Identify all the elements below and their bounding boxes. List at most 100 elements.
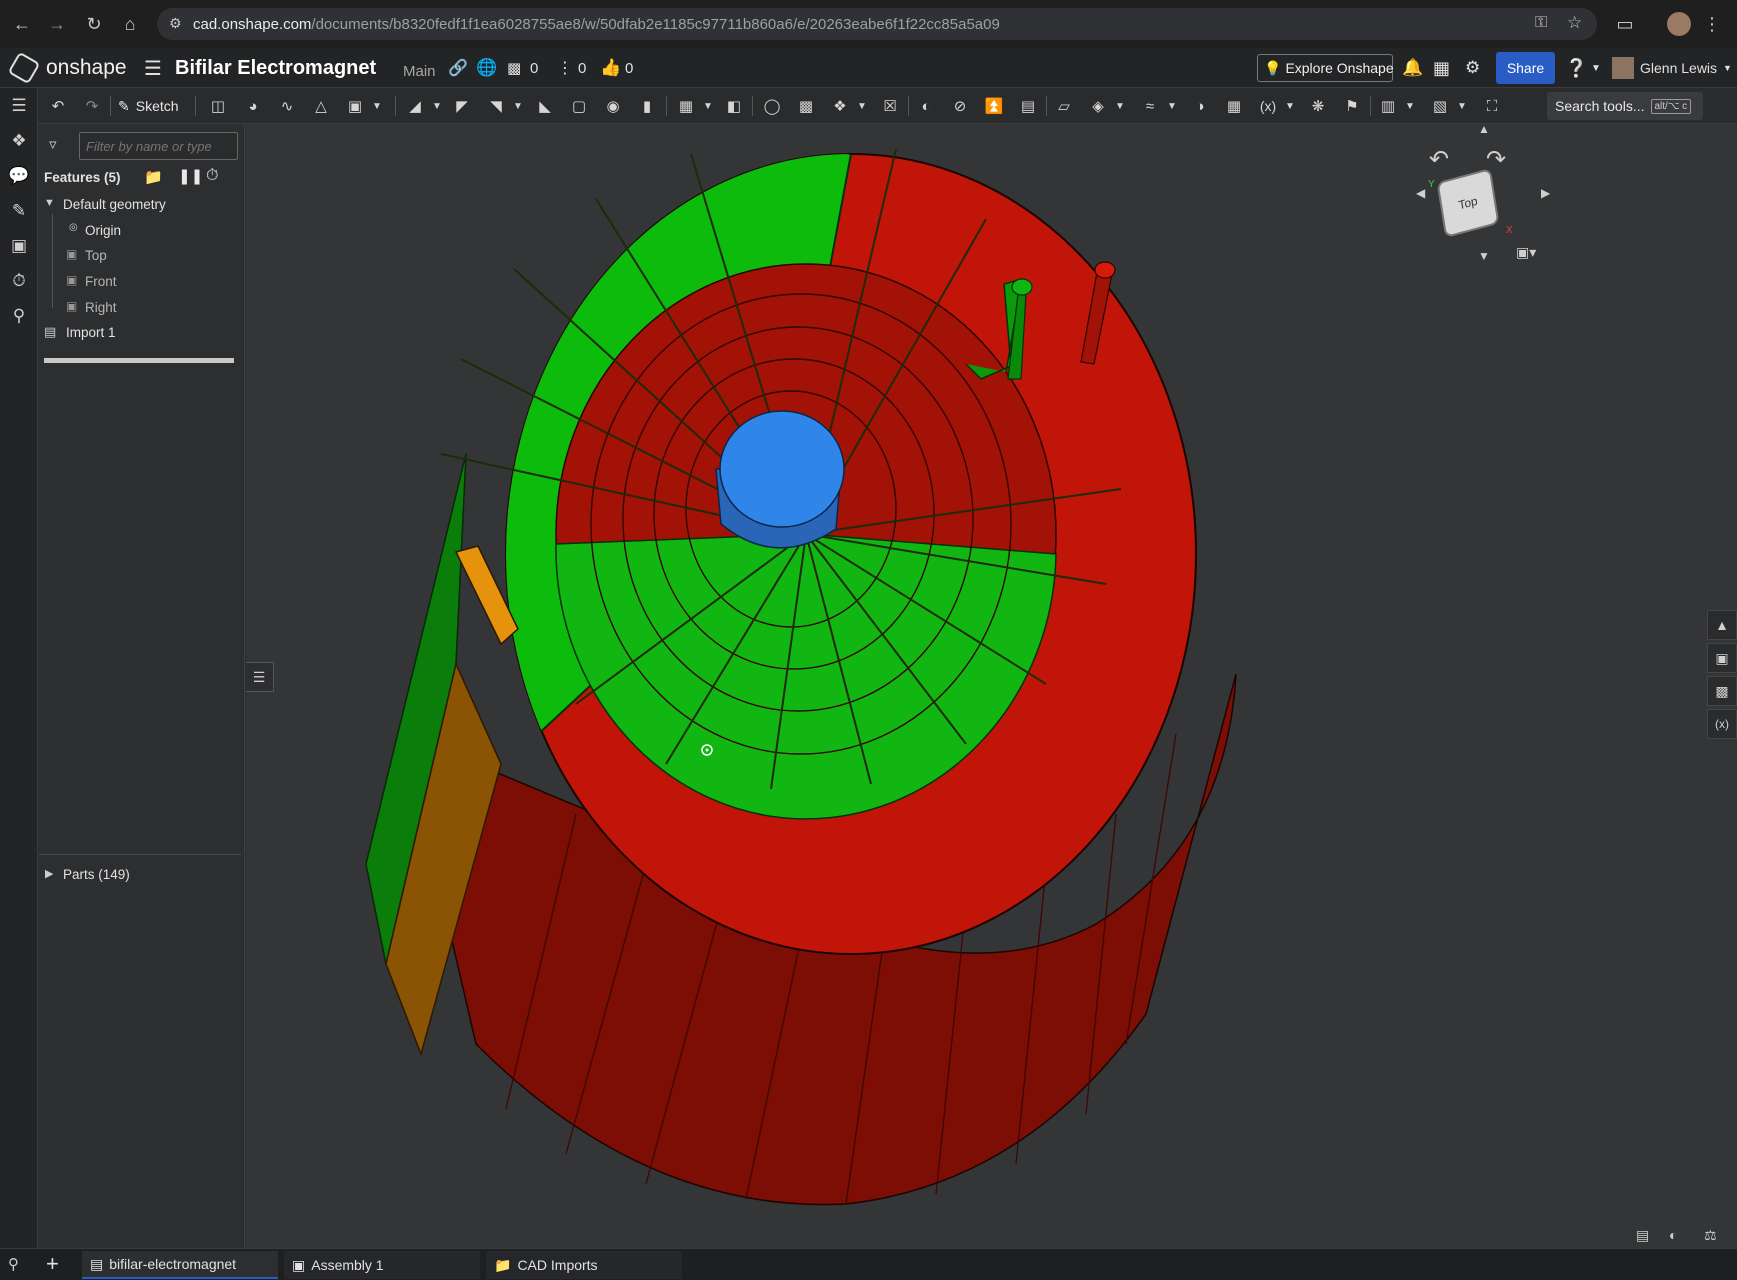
variables-panel-icon[interactable]: (x) bbox=[1707, 709, 1737, 739]
frames-icon[interactable]: ▧ bbox=[1428, 94, 1452, 118]
notes-icon[interactable]: ✎ bbox=[7, 199, 31, 223]
forward-icon[interactable]: → bbox=[45, 12, 69, 36]
view-left-arrow-icon[interactable]: ◀ bbox=[1416, 186, 1425, 200]
boolean-icon[interactable]: ◯ bbox=[760, 94, 784, 118]
hamburger-menu-icon[interactable]: ☰ bbox=[144, 48, 162, 88]
user-chevron-down-icon[interactable]: ▼ bbox=[1723, 48, 1732, 88]
fillet-icon[interactable]: ◢ bbox=[403, 94, 427, 118]
delete-part-icon[interactable]: ☒ bbox=[878, 94, 902, 118]
rotate-left-icon[interactable]: ↶ bbox=[1429, 145, 1449, 174]
pattern-chevron-down-icon[interactable]: ▼ bbox=[696, 94, 720, 118]
extrude-icon[interactable]: ◫ bbox=[206, 94, 230, 118]
expand-chevron-down-icon[interactable]: ▼ bbox=[44, 197, 55, 209]
like-icon[interactable]: 👍 bbox=[600, 48, 621, 88]
view-cube-top-face[interactable]: Top bbox=[1436, 167, 1500, 239]
sheet-metal-icon[interactable]: ▥ bbox=[1376, 94, 1400, 118]
thicken-icon[interactable]: ▣ bbox=[343, 94, 367, 118]
appearance-panel-icon[interactable]: ▲ bbox=[1707, 610, 1737, 640]
tab-cad-imports[interactable]: 📁 CAD Imports bbox=[486, 1251, 682, 1279]
view-mode-icon[interactable]: ▣▾ bbox=[1516, 244, 1536, 261]
branch-label[interactable]: Main bbox=[403, 51, 436, 91]
back-icon[interactable]: ← bbox=[10, 12, 34, 36]
loft-icon[interactable]: △ bbox=[309, 94, 333, 118]
tab-assembly-1[interactable]: ▣ Assembly 1 bbox=[284, 1251, 480, 1279]
parts-icon[interactable]: ▣ bbox=[7, 234, 31, 258]
mirror-icon[interactable]: ◧ bbox=[722, 94, 746, 118]
user-name[interactable]: Glenn Lewis bbox=[1640, 48, 1717, 88]
panel-toggle-icon[interactable]: ☰ bbox=[246, 662, 274, 692]
timer-icon[interactable]: ⏱ bbox=[206, 167, 218, 185]
redo-icon[interactable]: ↷ bbox=[80, 94, 104, 118]
mate-connector-chevron-down-icon[interactable]: ▼ bbox=[1108, 94, 1132, 118]
sweep-icon[interactable]: ∿ bbox=[275, 94, 299, 118]
default-geometry-label[interactable]: Default geometry bbox=[63, 197, 166, 212]
user-avatar[interactable] bbox=[1612, 57, 1634, 79]
logo-text[interactable]: onshape bbox=[46, 48, 127, 88]
search-icon[interactable]: ⚲ bbox=[7, 304, 31, 328]
home-icon[interactable]: ⌂ bbox=[118, 12, 142, 36]
delete-face-icon[interactable]: ⊘ bbox=[948, 94, 972, 118]
site-info-icon[interactable]: ⚙ bbox=[169, 15, 182, 32]
frames-chevron-down-icon[interactable]: ▼ bbox=[1450, 94, 1474, 118]
branch-icon[interactable]: ⋮ bbox=[557, 48, 573, 88]
helix-chevron-down-icon[interactable]: ▼ bbox=[1160, 94, 1184, 118]
explore-onshape-button[interactable]: 💡 Explore Onshape bbox=[1257, 54, 1394, 82]
transform-icon[interactable]: ❖ bbox=[828, 94, 852, 118]
tree-item-front[interactable]: Front bbox=[85, 274, 117, 289]
reload-icon[interactable]: ↻ bbox=[82, 12, 106, 36]
chamfer-icon[interactable]: ◤ bbox=[450, 94, 474, 118]
help-chevron-down-icon[interactable]: ▼ bbox=[1591, 48, 1601, 88]
tab-search-icon[interactable]: ⚲ bbox=[8, 1255, 19, 1273]
variable-icon[interactable]: (x) bbox=[1256, 94, 1280, 118]
sidepanel-icon[interactable]: ▭ bbox=[1613, 12, 1637, 36]
tree-item-right[interactable]: Right bbox=[85, 300, 117, 315]
filter-icon[interactable]: ▿ bbox=[49, 135, 57, 153]
onshape-logo-icon[interactable] bbox=[7, 51, 41, 85]
electromagnet-model[interactable] bbox=[246, 124, 1737, 1248]
browser-menu-icon[interactable]: ⋮ bbox=[1700, 12, 1724, 36]
tree-item-origin[interactable]: Origin bbox=[85, 223, 121, 238]
measure-icon[interactable]: ⚖ bbox=[1704, 1227, 1717, 1244]
view-up-arrow-icon[interactable]: ▲ bbox=[1478, 124, 1490, 136]
parts-list-label[interactable]: Parts (149) bbox=[63, 867, 130, 882]
tab-bifilar-electromagnet[interactable]: ▤ bifilar-electromagnet bbox=[82, 1251, 278, 1279]
display-mode-icon[interactable]: ▤ bbox=[1636, 1227, 1649, 1244]
hole-icon[interactable]: ◉ bbox=[601, 94, 625, 118]
sketch-button[interactable]: ✎ Sketch bbox=[118, 94, 179, 118]
split-icon[interactable]: ▩ bbox=[794, 94, 818, 118]
address-bar[interactable]: ⚙ cad.onshape.com/documents/b8320fedf1f1… bbox=[157, 8, 1597, 40]
globe-icon[interactable]: 🌐 bbox=[476, 48, 497, 88]
profile-avatar[interactable] bbox=[1667, 12, 1691, 36]
replace-face-icon[interactable]: ▤ bbox=[1016, 94, 1040, 118]
rollback-pause-icon[interactable]: ❚❚ bbox=[178, 167, 203, 185]
cad-import-icon[interactable]: ❋ bbox=[1306, 94, 1330, 118]
revolve-icon[interactable]: ◕ bbox=[241, 94, 265, 118]
tree-item-import[interactable]: Import 1 bbox=[66, 325, 116, 340]
feature-list-icon[interactable]: ☰ bbox=[7, 94, 31, 118]
link-icon[interactable]: 🔗 bbox=[448, 48, 468, 88]
draft-chevron-down-icon[interactable]: ▼ bbox=[506, 94, 530, 118]
versions-icon[interactable]: ▩ bbox=[507, 48, 521, 88]
iron-core-top[interactable] bbox=[719, 410, 845, 528]
bookmark-star-icon[interactable]: ☆ bbox=[1567, 13, 1582, 33]
measure-icon[interactable]: ▦ bbox=[1222, 94, 1246, 118]
add-folder-icon[interactable]: 📁 bbox=[144, 168, 163, 186]
mass-properties-icon[interactable]: ▩ bbox=[1707, 676, 1737, 706]
rib-icon[interactable]: ◣ bbox=[533, 94, 557, 118]
parts-chevron-right-icon[interactable]: ▶ bbox=[45, 867, 53, 880]
plane-icon[interactable]: ▱ bbox=[1052, 94, 1076, 118]
modify-fillet-icon[interactable]: ◐ bbox=[914, 94, 938, 118]
section-icon[interactable]: ◑ bbox=[1188, 94, 1212, 118]
sheet-metal-chevron-down-icon[interactable]: ▼ bbox=[1398, 94, 1422, 118]
undo-icon[interactable]: ↶ bbox=[46, 94, 70, 118]
graphics-viewport[interactable]: Top Y X ↶ ↷ ▲ ◀ ▶ ▼ ▣▾ ☰ ▤ ◐ ⚖ bbox=[246, 124, 1737, 1248]
key-icon[interactable]: ⚿ bbox=[1535, 14, 1547, 32]
view-right-arrow-icon[interactable]: ▶ bbox=[1541, 186, 1550, 200]
tree-item-top[interactable]: Top bbox=[85, 248, 107, 263]
learning-center-icon[interactable]: ⚙ bbox=[1465, 48, 1480, 88]
document-title[interactable]: Bifilar Electromagnet bbox=[175, 48, 376, 88]
instances-icon[interactable]: ❖ bbox=[7, 129, 31, 153]
help-icon[interactable]: ❔ bbox=[1565, 48, 1587, 88]
draft-icon[interactable]: ◥ bbox=[484, 94, 508, 118]
search-tools-input[interactable]: Search tools... alt/⌥ c bbox=[1547, 92, 1703, 120]
